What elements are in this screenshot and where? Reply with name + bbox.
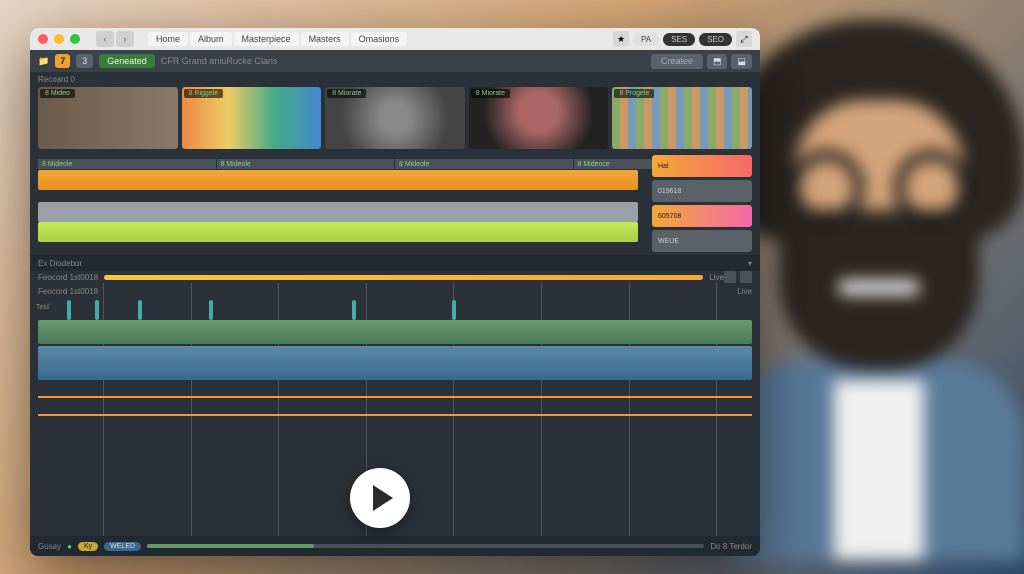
footer-badge-1[interactable]: Ky [78,542,98,551]
footer-badge-2[interactable]: WELED [104,542,141,551]
chevron-down-icon[interactable]: ▾ [748,259,752,268]
create-button[interactable]: Createe [651,54,703,69]
nav-fwd-button[interactable]: › [116,31,134,47]
pill-seo[interactable]: SEO [699,33,732,46]
star-button[interactable]: ★ [613,31,629,47]
timeline-marker[interactable] [95,300,99,320]
folder-icon: 📁 [38,56,49,67]
track-label-1: Teld [36,304,49,311]
side-panel: Hal 019618 605708 WEUE [652,155,752,255]
clip-header-seg: 8 Mideole [217,159,396,169]
tab-generated[interactable]: Geneated [99,54,155,68]
zoom-icon[interactable] [70,34,80,44]
timeline-track-green[interactable] [38,320,752,344]
sub-badge-1: 3 [76,54,93,68]
clip-header-seg: 8 Mideole [38,159,217,169]
menu-omasions[interactable]: Omasions [351,32,408,46]
thumb-label: 8 Mideo [40,89,75,98]
clip-green[interactable] [38,222,638,242]
count-badge: 7 [55,54,70,68]
media-thumb[interactable]: 8 Miorate [469,87,609,149]
layout-icon-2[interactable]: ⬓ [731,54,752,69]
timeline-marker[interactable] [209,300,213,320]
prog-tool-2[interactable] [740,271,752,283]
media-browser: 8 Mideo 8 Riggele 8 Miorate 8 Miorate 8 … [30,87,760,149]
close-icon[interactable] [38,34,48,44]
footer-label: Gusay [38,542,61,551]
progress-label: Feocord 1st0018 [38,273,98,282]
media-thumb[interactable]: 8 Riggele [182,87,322,149]
side-block-1[interactable]: Hal [652,155,752,177]
media-thumb[interactable]: 8 Miorate [325,87,465,149]
nav-back-button[interactable]: ‹ [96,31,114,47]
menu-album[interactable]: Album [190,32,232,46]
layout-icon-1[interactable]: ⬒ [707,54,728,69]
side-block-3[interactable]: 605708 [652,205,752,227]
thumb-label: 8 Miorate [327,89,366,98]
pill-pa[interactable]: PA [633,33,659,46]
timeline-marker[interactable] [352,300,356,320]
timeline-orange-line-2[interactable] [38,414,752,416]
pill-ses[interactable]: SES [663,33,695,46]
progress-row: Feocord 1st0018 Live [30,271,760,283]
footer: Gusay ● Ky WELED Do 8 Terdor [30,536,760,556]
media-thumb[interactable]: 8 Progele [612,87,752,149]
timeline-orange-line[interactable] [38,396,752,398]
mid-label: Ex Diodebor [38,259,82,268]
progress-right: Live [709,273,724,282]
timeline-marker[interactable] [452,300,456,320]
progress-bar[interactable] [104,275,703,280]
timeline-track-blue[interactable] [38,346,752,380]
menu-bar: Home Album Masterpiece Masters Omasions [148,32,407,46]
project-info: CFR Grand aniuRucke Clans [161,56,278,66]
subheader: 📁 7 3 Geneated CFR Grand aniuRucke Clans… [30,50,760,72]
thumb-label: 8 Miorate [471,89,510,98]
section-record-label: Recoard 0 [30,72,760,87]
timeline-header-right: Live [737,287,752,296]
footer-slider[interactable] [147,544,704,548]
play-icon [373,485,393,511]
minimize-icon[interactable] [54,34,64,44]
side-block-4[interactable]: WEUE [652,230,752,252]
thumb-label: 8 Progele [614,89,654,98]
timeline-header-label: Feocord 1st0018 [38,287,98,296]
menu-masterpiece[interactable]: Masterpiece [234,32,299,46]
titlebar: ‹ › Home Album Masterpiece Masters Omasi… [30,28,760,50]
clip-area: 8 Mideole 8 Mideole 8 Mideole 8 Mideoce … [30,155,760,255]
clip-gray[interactable] [38,202,638,222]
clip-orange-1[interactable] [38,170,638,190]
menu-masters[interactable]: Masters [301,32,349,46]
expand-button[interactable]: ⤢ [736,31,752,47]
play-button[interactable] [350,468,410,528]
thumb-label: 8 Riggele [184,89,224,98]
mid-divider: Ex Diodebor ▾ [30,255,760,271]
timeline-marker[interactable] [67,300,71,320]
prog-tool-1[interactable] [724,271,736,283]
media-thumb[interactable]: 8 Mideo [38,87,178,149]
footer-right-label: Do 8 Terdor [710,542,752,551]
side-block-2[interactable]: 019618 [652,180,752,202]
clip-header-seg: 8 Mideole [395,159,574,169]
menu-home[interactable]: Home [148,32,188,46]
timeline-marker[interactable] [138,300,142,320]
footer-dot-icon[interactable]: ● [67,542,72,551]
